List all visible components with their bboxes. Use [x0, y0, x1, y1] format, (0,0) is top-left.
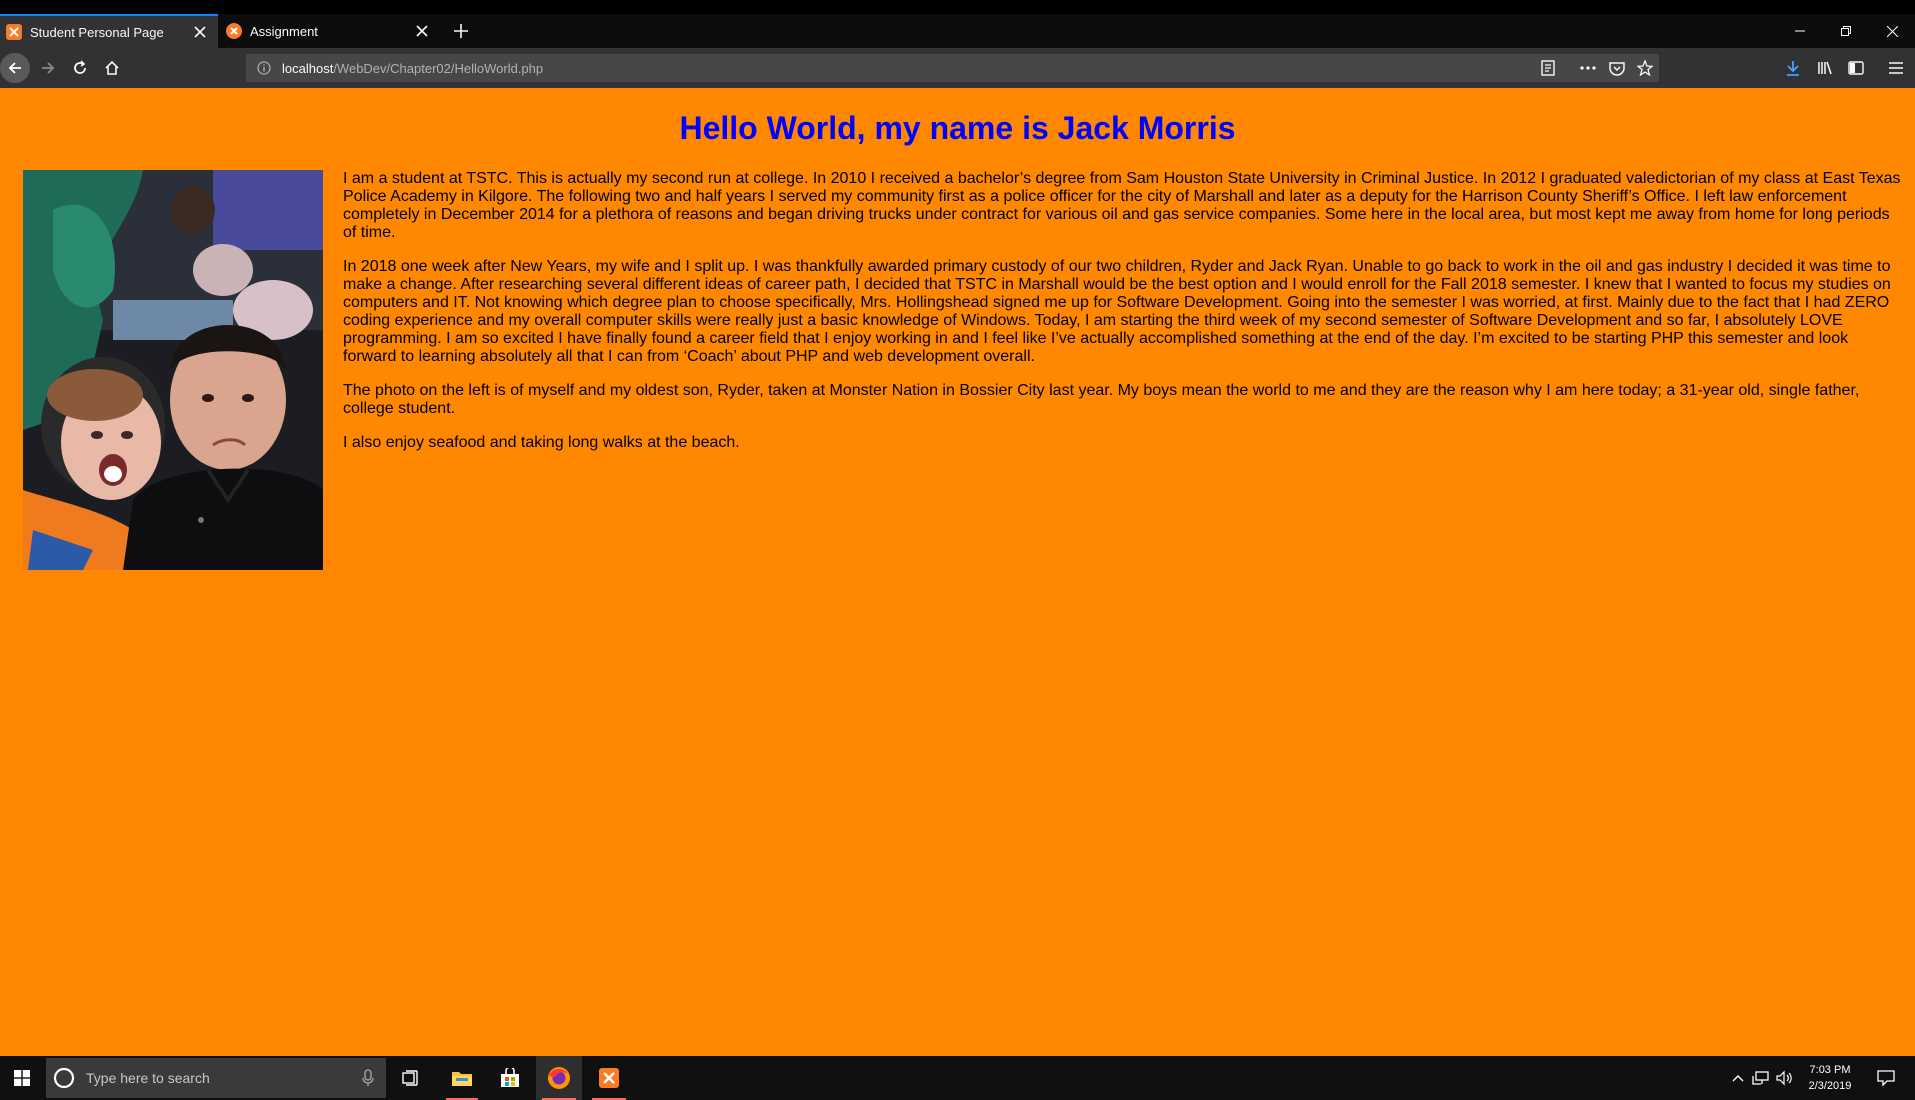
tab-student-personal-page[interactable]: Student Personal Page: [0, 14, 218, 48]
site-info-icon[interactable]: [250, 54, 278, 82]
navigation-toolbar: localhost/WebDev/Chapter02/HelloWorld.ph…: [0, 48, 1915, 88]
forward-button[interactable]: [34, 54, 62, 82]
close-window-button[interactable]: [1869, 14, 1915, 48]
menu-icon[interactable]: [1882, 54, 1910, 82]
network-icon[interactable]: [1750, 1056, 1772, 1100]
firefox-taskbar-button[interactable]: [536, 1056, 582, 1100]
reload-button[interactable]: [66, 54, 94, 82]
page-heading: Hello World, my name is Jack Morris: [679, 110, 1236, 146]
bio-text: I am a student at TSTC. This is actually…: [343, 170, 1905, 468]
address-bar[interactable]: localhost/WebDev/Chapter02/HelloWorld.ph…: [246, 54, 1659, 82]
minimize-button[interactable]: [1777, 14, 1823, 48]
web-page: Hello World, my name is Jack Morris I am…: [0, 88, 1915, 1056]
downloads-icon[interactable]: [1779, 54, 1807, 82]
cortana-icon: [52, 1066, 76, 1090]
browser-tab-strip: Student Personal Page Assignment: [0, 0, 1915, 48]
url-text: localhost/WebDev/Chapter02/HelloWorld.ph…: [282, 61, 543, 76]
action-center-button[interactable]: [1866, 1056, 1906, 1100]
clock-date: 2/3/2019: [1808, 1080, 1852, 1092]
page-actions-icon[interactable]: [1574, 54, 1602, 82]
bio-paragraph: The photo on the left is of myself and m…: [343, 382, 1860, 417]
show-hidden-icons-button[interactable]: [1728, 1056, 1748, 1100]
tab-close-icon[interactable]: [410, 19, 434, 43]
system-clock[interactable]: 7:03 PM 2/3/2019: [1797, 1062, 1863, 1094]
store-taskbar-button[interactable]: [488, 1056, 532, 1100]
xampp-taskbar-button[interactable]: [586, 1056, 632, 1100]
clock-time: 7:03 PM: [1809, 1064, 1851, 1076]
bio-paragraph: In 2018 one week after New Years, my wif…: [343, 258, 1891, 365]
new-tab-button[interactable]: [448, 18, 474, 44]
bookmark-star-icon[interactable]: [1631, 54, 1659, 82]
volume-icon[interactable]: [1774, 1056, 1796, 1100]
tab-close-icon[interactable]: [188, 20, 212, 44]
back-button[interactable]: [0, 53, 30, 83]
url-path: /WebDev/Chapter02/HelloWorld.php: [333, 60, 544, 76]
start-button[interactable]: [0, 1056, 44, 1100]
xampp-favicon-icon: [6, 24, 22, 40]
title-bar: [0, 0, 1915, 14]
tab-assignment[interactable]: Assignment: [220, 14, 440, 48]
tab-label: Assignment: [250, 23, 318, 39]
bio-paragraph: I am a student at TSTC. This is actually…: [343, 170, 1901, 241]
taskbar-search-box[interactable]: Type here to search: [46, 1058, 386, 1098]
home-button[interactable]: [98, 54, 126, 82]
restore-button[interactable]: [1823, 14, 1869, 48]
tab-label: Student Personal Page: [30, 24, 164, 40]
xampp-favicon-icon: [226, 23, 242, 39]
microphone-icon[interactable]: [362, 1069, 374, 1087]
task-view-button[interactable]: [393, 1056, 429, 1100]
bio-paragraph: I also enjoy seafood and taking long wal…: [343, 434, 740, 451]
file-explorer-taskbar-button[interactable]: [440, 1056, 484, 1100]
windows-taskbar: Type here to search 7:03 PM 2/3/2019: [0, 1056, 1915, 1100]
profile-photo: [23, 170, 323, 570]
search-placeholder: Type here to search: [86, 1070, 210, 1086]
sidebar-icon[interactable]: [1842, 54, 1870, 82]
reader-view-icon[interactable]: [1534, 54, 1562, 82]
pocket-icon[interactable]: [1603, 54, 1631, 82]
url-host: localhost: [282, 60, 334, 76]
library-icon[interactable]: [1811, 54, 1839, 82]
